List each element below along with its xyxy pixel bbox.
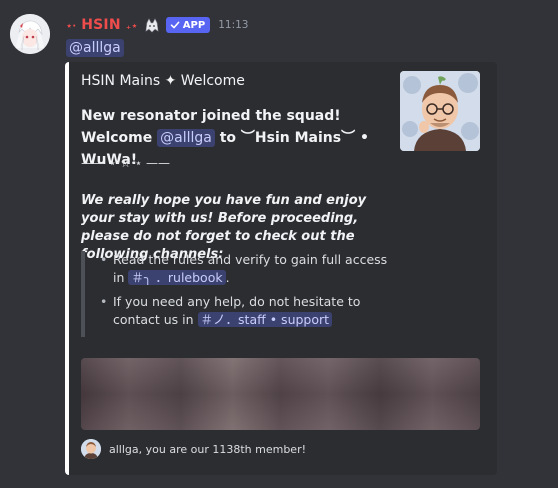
message-header: ⋆‧ HSIN ₊⋆ APP 11:13 bbox=[66, 15, 248, 35]
checkmark-icon bbox=[170, 21, 180, 29]
app-badge[interactable]: APP bbox=[165, 17, 211, 33]
footer-text: alllga, you are our 1138th member! bbox=[109, 442, 306, 456]
list-item: • Read the rules and verify to gain full… bbox=[99, 251, 401, 287]
embed-footer: alllga, you are our 1138th member! bbox=[81, 439, 306, 459]
channel-link-staff-support[interactable]: ＃ノ．staff • support bbox=[197, 312, 333, 327]
timestamp[interactable]: 11:13 bbox=[218, 19, 248, 31]
list-item-tail: . bbox=[225, 270, 230, 285]
embed-thumbnail[interactable] bbox=[400, 71, 480, 151]
username-prefix: ⋆‧ bbox=[66, 21, 77, 32]
username[interactable]: ⋆‧ HSIN ₊⋆ bbox=[66, 17, 138, 33]
message-content: @alllga bbox=[66, 37, 124, 57]
footer-avatar-icon bbox=[81, 439, 101, 459]
username-text: HSIN bbox=[81, 17, 121, 33]
embed-title-mention[interactable]: @alllga bbox=[157, 129, 215, 147]
list-item: • If you need any help, do not hesitate … bbox=[99, 293, 401, 329]
app-badge-label: APP bbox=[182, 19, 206, 31]
bullet-icon: • bbox=[100, 294, 108, 309]
welcome-embed: HSIN Mains ✦ Welcome New resonator joine… bbox=[65, 62, 497, 475]
decorative-divider: —— ⋆·☆·⋆ —— bbox=[81, 156, 171, 170]
user-mention[interactable]: @alllga bbox=[66, 39, 124, 57]
channel-link-rulebook[interactable]: ＃╮ ．rulebook bbox=[128, 270, 226, 285]
chat-message: ⋆‧ HSIN ₊⋆ APP 11:13 @alllga HSIN Mains … bbox=[0, 0, 558, 488]
embed-author: HSIN Mains ✦ Welcome bbox=[81, 73, 245, 89]
white-wolf-role-icon[interactable] bbox=[144, 17, 160, 33]
bot-avatar[interactable] bbox=[10, 14, 50, 54]
embed-banner-image[interactable] bbox=[81, 358, 480, 430]
bullet-icon: • bbox=[100, 252, 108, 267]
username-suffix: ₊⋆ bbox=[125, 21, 138, 32]
channel-list-quote: • Read the rules and verify to gain full… bbox=[81, 251, 401, 337]
